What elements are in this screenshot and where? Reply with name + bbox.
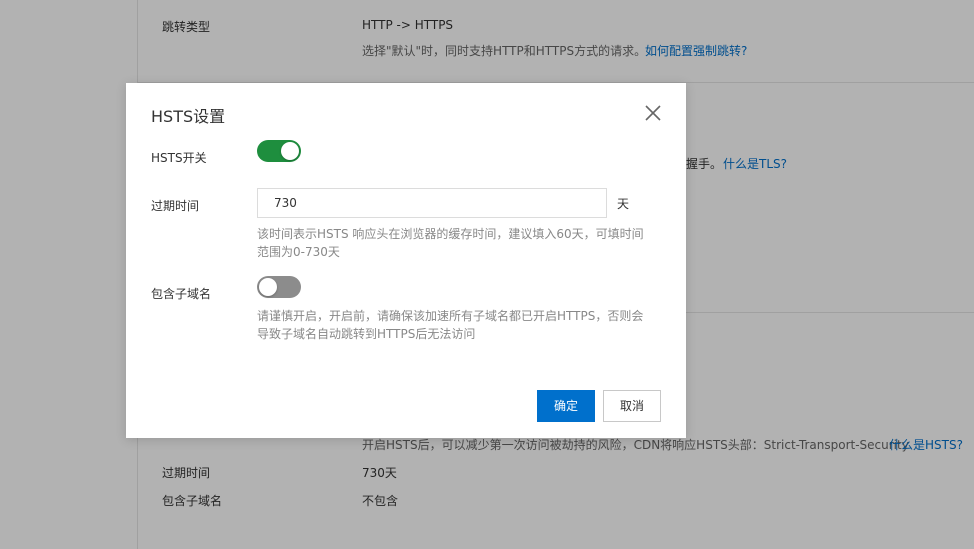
close-button[interactable]: [643, 103, 663, 123]
subdomain-help-text: 请谨慎开启，开启前，请确保该加速所有子域名都已开启HTTPS，否则会导致子域名自…: [257, 309, 644, 341]
expire-time-input[interactable]: [257, 188, 607, 218]
toggle-knob: [281, 142, 299, 160]
expire-time-label: 过期时间: [151, 199, 200, 213]
close-icon: [645, 105, 661, 121]
hsts-switch-toggle[interactable]: [257, 140, 301, 162]
expire-help-text: 该时间表示HSTS 响应头在浏览器的缓存时间，建议填入60天，可填时间范围为0-…: [257, 227, 644, 259]
include-subdomain-toggle[interactable]: [257, 276, 301, 298]
cancel-button[interactable]: 取消: [603, 390, 661, 422]
expire-unit: 天: [617, 197, 630, 211]
dialog-title: HSTS设置: [151, 107, 226, 126]
confirm-button[interactable]: 确定: [537, 390, 595, 422]
toggle-knob: [259, 278, 277, 296]
hsts-settings-dialog: HSTS设置 HSTS开关 过期时间 天 该时间表示HSTS 响应头在浏览器的缓…: [126, 83, 686, 438]
include-subdomain-label: 包含子域名: [151, 287, 212, 301]
page: 跳转类型 HTTP -> HTTPS 选择"默认"时，同时支持HTTP和HTTP…: [0, 0, 974, 549]
hsts-switch-label: HSTS开关: [151, 151, 207, 165]
